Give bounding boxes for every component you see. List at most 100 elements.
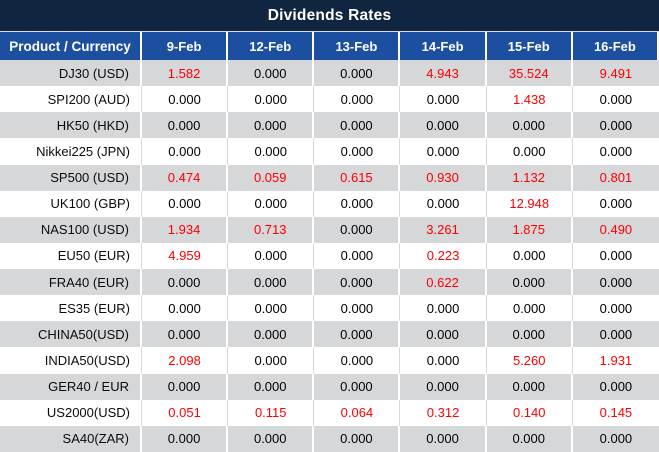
value-cell: 0.000 <box>228 60 314 86</box>
table-row: HK50 (HKD)0.0000.0000.0000.0000.0000.000 <box>0 112 659 138</box>
value-cell: 0.615 <box>314 165 400 191</box>
value-cell: 0.000 <box>228 138 314 164</box>
value-cell: 1.132 <box>487 165 573 191</box>
value-cell: 0.000 <box>314 426 400 452</box>
product-cell: US2000(USD) <box>0 400 142 426</box>
value-cell: 0.000 <box>573 191 659 217</box>
table-row: Nikkei225 (JPN)0.0000.0000.0000.0000.000… <box>0 138 659 164</box>
value-cell: 0.000 <box>573 321 659 347</box>
value-cell: 0.000 <box>400 191 486 217</box>
value-cell: 0.000 <box>314 269 400 295</box>
value-cell: 0.000 <box>573 243 659 269</box>
value-cell: 0.000 <box>487 138 573 164</box>
value-cell: 2.098 <box>142 347 228 373</box>
product-cell: ES35 (EUR) <box>0 295 142 321</box>
value-cell: 3.261 <box>400 217 486 243</box>
value-cell: 0.000 <box>400 426 486 452</box>
value-cell: 0.000 <box>142 86 228 112</box>
value-cell: 0.000 <box>573 138 659 164</box>
value-cell: 0.000 <box>314 321 400 347</box>
value-cell: 0.000 <box>400 295 486 321</box>
table-title: Dividends Rates <box>0 0 659 32</box>
product-cell: SP500 (USD) <box>0 165 142 191</box>
value-cell: 0.223 <box>400 243 486 269</box>
value-cell: 0.000 <box>400 86 486 112</box>
product-cell: SA40(ZAR) <box>0 426 142 452</box>
date-header: 15-Feb <box>487 32 573 60</box>
value-cell: 0.000 <box>487 269 573 295</box>
table-row: SA40(ZAR)0.0000.0000.0000.0000.0000.000 <box>0 426 659 452</box>
value-cell: 1.931 <box>573 347 659 373</box>
value-cell: 0.713 <box>228 217 314 243</box>
value-cell: 0.000 <box>142 269 228 295</box>
value-cell: 0.930 <box>400 165 486 191</box>
product-currency-header: Product / Currency <box>0 32 142 60</box>
value-cell: 0.000 <box>314 217 400 243</box>
value-cell: 0.059 <box>228 165 314 191</box>
value-cell: 0.000 <box>487 112 573 138</box>
table-body: DJ30 (USD)1.5820.0000.0004.94335.5249.49… <box>0 60 659 452</box>
value-cell: 0.051 <box>142 400 228 426</box>
product-cell: DJ30 (USD) <box>0 60 142 86</box>
value-cell: 0.000 <box>142 295 228 321</box>
value-cell: 0.000 <box>228 112 314 138</box>
value-cell: 0.115 <box>228 400 314 426</box>
value-cell: 0.000 <box>314 374 400 400</box>
value-cell: 0.000 <box>314 243 400 269</box>
value-cell: 0.064 <box>314 400 400 426</box>
value-cell: 0.000 <box>487 295 573 321</box>
product-cell: INDIA50(USD) <box>0 347 142 373</box>
value-cell: 5.260 <box>487 347 573 373</box>
value-cell: 0.000 <box>487 374 573 400</box>
value-cell: 0.000 <box>314 347 400 373</box>
value-cell: 1.875 <box>487 217 573 243</box>
table-row: GER40 / EUR0.0000.0000.0000.0000.0000.00… <box>0 374 659 400</box>
table-row: UK100 (GBP)0.0000.0000.0000.00012.9480.0… <box>0 191 659 217</box>
date-header: 9-Feb <box>142 32 228 60</box>
value-cell: 0.000 <box>228 191 314 217</box>
product-cell: UK100 (GBP) <box>0 191 142 217</box>
value-cell: 0.000 <box>228 269 314 295</box>
value-cell: 0.622 <box>400 269 486 295</box>
value-cell: 0.000 <box>228 347 314 373</box>
product-cell: HK50 (HKD) <box>0 112 142 138</box>
value-cell: 0.000 <box>400 374 486 400</box>
value-cell: 0.000 <box>228 426 314 452</box>
date-header: 13-Feb <box>314 32 400 60</box>
value-cell: 1.438 <box>487 86 573 112</box>
value-cell: 0.000 <box>573 374 659 400</box>
value-cell: 9.491 <box>573 60 659 86</box>
value-cell: 0.000 <box>228 86 314 112</box>
value-cell: 0.000 <box>487 321 573 347</box>
value-cell: 4.943 <box>400 60 486 86</box>
value-cell: 0.000 <box>314 112 400 138</box>
product-cell: EU50 (EUR) <box>0 243 142 269</box>
value-cell: 0.000 <box>228 295 314 321</box>
value-cell: 0.000 <box>487 243 573 269</box>
value-cell: 0.000 <box>573 112 659 138</box>
table-row: DJ30 (USD)1.5820.0000.0004.94335.5249.49… <box>0 60 659 86</box>
date-header: 16-Feb <box>573 32 659 60</box>
value-cell: 0.000 <box>314 86 400 112</box>
product-cell: NAS100 (USD) <box>0 217 142 243</box>
value-cell: 0.000 <box>573 426 659 452</box>
value-cell: 0.312 <box>400 400 486 426</box>
table-row: SPI200 (AUD)0.0000.0000.0000.0001.4380.0… <box>0 86 659 112</box>
value-cell: 0.000 <box>314 60 400 86</box>
table-row: FRA40 (EUR)0.0000.0000.0000.6220.0000.00… <box>0 269 659 295</box>
value-cell: 35.524 <box>487 60 573 86</box>
dividends-rates-table: Dividends Rates Product / Currency 9-Feb… <box>0 0 659 452</box>
value-cell: 0.000 <box>314 295 400 321</box>
table-row: ES35 (EUR)0.0000.0000.0000.0000.0000.000 <box>0 295 659 321</box>
value-cell: 0.000 <box>228 243 314 269</box>
value-cell: 0.000 <box>573 295 659 321</box>
table-header-row: Product / Currency 9-Feb12-Feb13-Feb14-F… <box>0 32 659 60</box>
product-cell: SPI200 (AUD) <box>0 86 142 112</box>
value-cell: 0.801 <box>573 165 659 191</box>
value-cell: 0.000 <box>400 347 486 373</box>
value-cell: 0.490 <box>573 217 659 243</box>
value-cell: 0.000 <box>314 138 400 164</box>
table-row: INDIA50(USD)2.0980.0000.0000.0005.2601.9… <box>0 347 659 373</box>
product-cell: FRA40 (EUR) <box>0 269 142 295</box>
value-cell: 0.000 <box>142 321 228 347</box>
